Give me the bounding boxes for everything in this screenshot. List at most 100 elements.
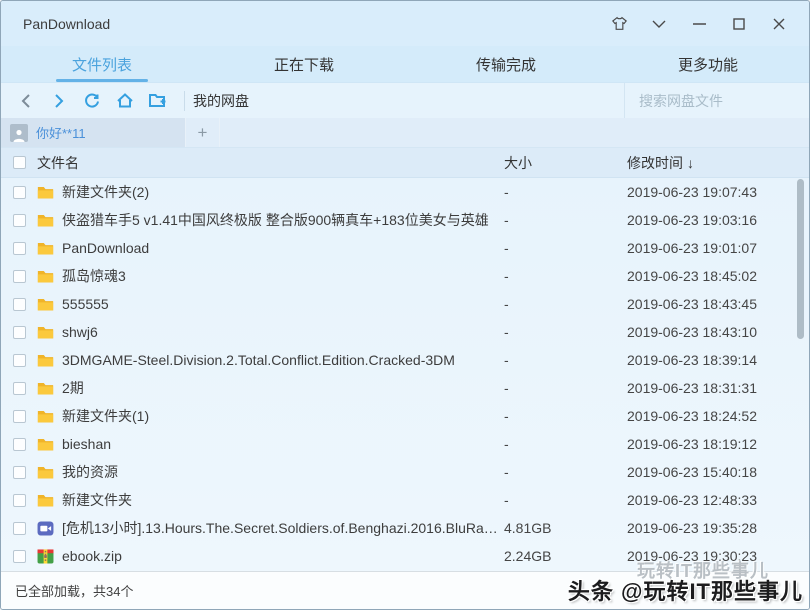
file-size: - (504, 352, 627, 368)
title-bar[interactable]: PanDownload (1, 1, 809, 46)
header-modified[interactable]: 修改时间↓ (627, 153, 809, 173)
folder-icon (37, 465, 54, 480)
row-checkbox[interactable] (13, 242, 26, 255)
row-name-cell: 2期 (37, 378, 504, 398)
row-checkbox[interactable] (13, 298, 26, 311)
file-modified: 2019-06-23 18:19:12 (627, 436, 809, 452)
close-button[interactable] (759, 8, 799, 40)
forward-icon[interactable] (44, 88, 74, 114)
chevron-down-icon[interactable] (639, 8, 679, 40)
file-modified: 2019-06-23 18:31:31 (627, 380, 809, 396)
breadcrumb[interactable]: 我的网盘 (193, 91, 249, 111)
file-size: - (504, 296, 627, 312)
minimize-button[interactable] (679, 8, 719, 40)
table-row[interactable]: bieshan - 2019-06-23 18:19:12 (1, 430, 809, 458)
add-account-button[interactable]: + (186, 118, 220, 147)
video-file-icon (37, 521, 54, 536)
file-name: ebook.zip (62, 548, 122, 564)
row-checkbox[interactable] (13, 438, 26, 451)
row-checkbox-cell (1, 270, 37, 283)
tab-more-features[interactable]: 更多功能 (607, 46, 809, 82)
folder-icon (37, 297, 54, 312)
row-checkbox[interactable] (13, 270, 26, 283)
file-size: 2.24GB (504, 548, 627, 564)
account-name: 你好**11 (36, 123, 86, 142)
table-row[interactable]: 新建文件夹(1) - 2019-06-23 18:24:52 (1, 402, 809, 430)
new-folder-icon[interactable] (143, 88, 173, 114)
tab-file-list[interactable]: 文件列表 (1, 46, 203, 82)
row-checkbox[interactable] (13, 382, 26, 395)
watermark: 头条 @玩转IT那些事儿 (568, 574, 803, 606)
row-checkbox[interactable] (13, 354, 26, 367)
file-name: 新建文件夹(1) (62, 406, 149, 426)
row-checkbox[interactable] (13, 326, 26, 339)
row-name-cell: 新建文件夹(2) (37, 182, 504, 202)
back-icon[interactable] (11, 88, 41, 114)
tab-transfer-complete[interactable]: 传输完成 (405, 46, 607, 82)
file-size: - (504, 184, 627, 200)
scrollbar-thumb[interactable] (797, 179, 804, 339)
table-row[interactable]: 新建文件夹(2) - 2019-06-23 19:07:43 (1, 178, 809, 206)
row-checkbox[interactable] (13, 550, 26, 563)
file-modified: 2019-06-23 18:43:45 (627, 296, 809, 312)
row-name-cell: 侠盗猎车手5 v1.41中国风终极版 整合版900辆真车+183位美女与英雄 (37, 210, 504, 230)
select-all-checkbox[interactable] (13, 156, 26, 169)
refresh-icon[interactable] (77, 88, 107, 114)
file-name: 我的资源 (62, 462, 118, 482)
row-checkbox-cell (1, 522, 37, 535)
row-checkbox-cell (1, 550, 37, 563)
file-modified: 2019-06-23 18:43:10 (627, 324, 809, 340)
file-size: - (504, 436, 627, 452)
row-checkbox-cell (1, 186, 37, 199)
zip-file-icon (37, 549, 54, 564)
row-checkbox[interactable] (13, 186, 26, 199)
row-name-cell: 新建文件夹(1) (37, 406, 504, 426)
row-checkbox[interactable] (13, 466, 26, 479)
file-name: PanDownload (62, 240, 149, 256)
table-row[interactable]: 2期 - 2019-06-23 18:31:31 (1, 374, 809, 402)
theme-skin-icon[interactable] (599, 8, 639, 40)
search-input[interactable] (639, 93, 810, 109)
table-row[interactable]: 3DMGAME-Steel.Division.2.Total.Conflict.… (1, 346, 809, 374)
row-name-cell: PanDownload (37, 240, 504, 256)
row-checkbox[interactable] (13, 214, 26, 227)
table-row[interactable]: PanDownload - 2019-06-23 19:01:07 (1, 234, 809, 262)
folder-icon (37, 409, 54, 424)
file-modified: 2019-06-23 12:48:33 (627, 492, 809, 508)
table-row[interactable]: 新建文件夹 - 2019-06-23 12:48:33 (1, 486, 809, 514)
main-tabs: 文件列表 正在下载 传输完成 更多功能 (1, 46, 809, 83)
table-row[interactable]: 我的资源 - 2019-06-23 15:40:18 (1, 458, 809, 486)
row-name-cell: 孤岛惊魂3 (37, 266, 504, 286)
header-size[interactable]: 大小 (504, 153, 627, 173)
header-name[interactable]: 文件名 (37, 153, 504, 173)
file-name: 3DMGAME-Steel.Division.2.Total.Conflict.… (62, 352, 455, 368)
row-checkbox[interactable] (13, 494, 26, 507)
row-name-cell: [危机13小时].13.Hours.The.Secret.Soldiers.of… (37, 518, 504, 538)
home-icon[interactable] (110, 88, 140, 114)
file-size: - (504, 492, 627, 508)
file-size: - (504, 268, 627, 284)
row-checkbox-cell (1, 382, 37, 395)
row-name-cell: 3DMGAME-Steel.Division.2.Total.Conflict.… (37, 352, 504, 368)
folder-icon (37, 269, 54, 284)
file-name: 2期 (62, 378, 84, 398)
file-modified: 2019-06-23 18:39:14 (627, 352, 809, 368)
file-modified: 2019-06-23 19:01:07 (627, 240, 809, 256)
maximize-button[interactable] (719, 8, 759, 40)
account-tab[interactable]: 你好**11 (1, 118, 186, 147)
row-checkbox[interactable] (13, 522, 26, 535)
row-name-cell: 新建文件夹 (37, 490, 504, 510)
file-name: shwj6 (62, 324, 98, 340)
file-rows: 新建文件夹(2) - 2019-06-23 19:07:43 侠盗猎车手5 v1… (1, 178, 809, 570)
table-row[interactable]: [危机13小时].13.Hours.The.Secret.Soldiers.of… (1, 514, 809, 542)
row-checkbox-cell (1, 214, 37, 227)
row-checkbox-cell (1, 354, 37, 367)
table-row[interactable]: 侠盗猎车手5 v1.41中国风终极版 整合版900辆真车+183位美女与英雄 -… (1, 206, 809, 234)
row-checkbox-cell (1, 242, 37, 255)
row-checkbox[interactable] (13, 410, 26, 423)
table-row[interactable]: 孤岛惊魂3 - 2019-06-23 18:45:02 (1, 262, 809, 290)
file-modified: 2019-06-23 18:24:52 (627, 408, 809, 424)
table-row[interactable]: 555555 - 2019-06-23 18:43:45 (1, 290, 809, 318)
tab-downloading[interactable]: 正在下载 (203, 46, 405, 82)
table-row[interactable]: shwj6 - 2019-06-23 18:43:10 (1, 318, 809, 346)
